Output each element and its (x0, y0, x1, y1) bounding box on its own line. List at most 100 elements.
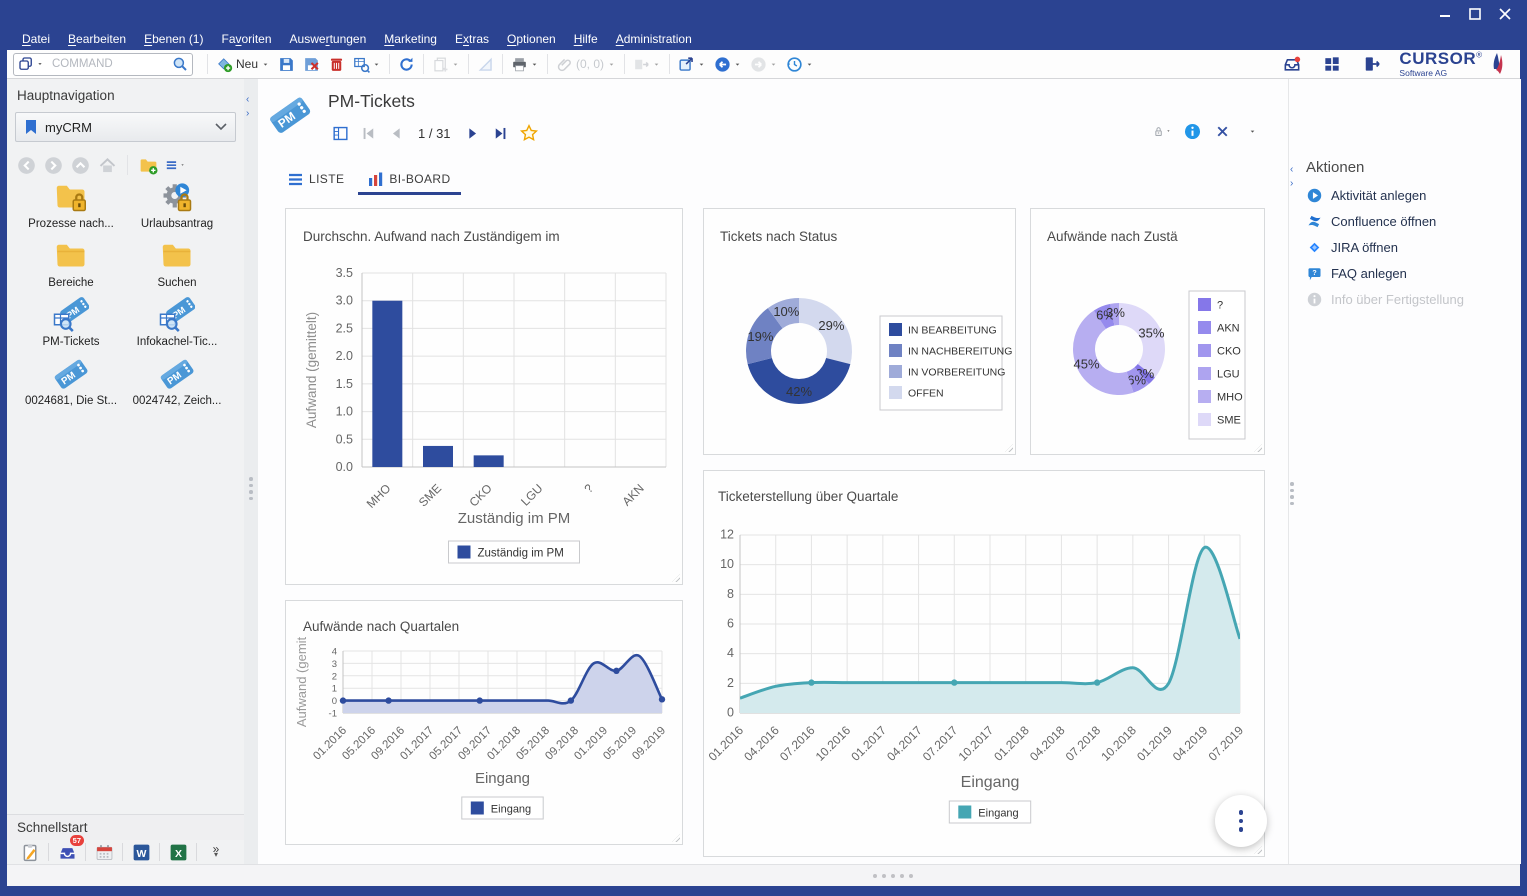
sidebar-item-suchen[interactable]: Suchen (124, 238, 230, 289)
quick-notes-button[interactable] (17, 841, 43, 863)
lock-record-button[interactable] (1152, 121, 1172, 141)
menu-item-favoriten[interactable]: Favoriten (212, 30, 280, 48)
attachments-button: (0, 0) (552, 52, 620, 76)
command-input[interactable] (48, 58, 168, 70)
bottom-splitter[interactable] (7, 864, 1520, 886)
menu-item-ebenen-1[interactable]: Ebenen (1) (135, 30, 212, 48)
svg-text:Aufwände nach Quartalen: Aufwände nach Quartalen (303, 619, 459, 634)
apps-button[interactable] (1319, 52, 1345, 76)
sidebar-item-prozesse-nach[interactable]: Prozesse nach... (18, 179, 124, 230)
quick-inbox-button[interactable]: 57 (54, 841, 80, 863)
quick-overflow-button[interactable]: »▾ (202, 841, 228, 863)
window-selector-button[interactable] (14, 52, 48, 76)
chevron-down-icon (215, 123, 227, 131)
sidebar-item-urlaubsantrag[interactable]: Urlaubsantrag (124, 179, 230, 230)
discard-record-button[interactable] (299, 52, 324, 76)
bottom-splitter-handle[interactable] (873, 874, 913, 878)
svg-text:4: 4 (727, 646, 734, 660)
notifications-button[interactable] (1279, 52, 1305, 76)
splitter-handle[interactable] (249, 474, 253, 503)
svg-text:04.2016: 04.2016 (741, 723, 782, 764)
export-button (629, 52, 665, 76)
menu-item-optionen[interactable]: Optionen (498, 30, 565, 48)
page-title: PM-Tickets (328, 91, 415, 112)
action-jira-ffnen[interactable]: JIRA öffnen (1306, 239, 1398, 256)
logout-button[interactable] (1359, 52, 1385, 76)
close-record-button[interactable] (1212, 121, 1232, 141)
folder-icon (53, 238, 89, 274)
workspace-selector[interactable]: myCRM (15, 112, 236, 142)
svg-text:35%: 35% (1138, 325, 1164, 340)
expand-right-icon[interactable]: › (246, 109, 249, 119)
sidebar-item-infokachel-tic[interactable]: PMInfokachel-Tic... (124, 297, 230, 348)
collapse-left-icon[interactable]: ‹ (246, 95, 249, 105)
delete-button[interactable] (324, 52, 349, 76)
design-button (473, 52, 498, 76)
menu-item-datei[interactable]: Datei (13, 30, 59, 48)
save-button[interactable] (274, 52, 299, 76)
menu-item-extras[interactable]: Extras (446, 30, 498, 48)
command-search-button[interactable] (168, 52, 192, 76)
menu-item-bearbeiten[interactable]: Bearbeiten (59, 30, 135, 48)
dropdown-caret-icon (260, 59, 271, 70)
action-aktivit-t-anlegen[interactable]: Aktivität anlegen (1306, 187, 1426, 204)
menu-item-administration[interactable]: Administration (607, 30, 701, 48)
tab-bi-board[interactable]: BI-BOARD (356, 166, 462, 195)
chart-legend[interactable]: Eingang (949, 801, 1030, 823)
search-records-button[interactable] (349, 52, 385, 76)
previous-record-button[interactable] (386, 123, 406, 143)
first-record-button[interactable] (358, 123, 378, 143)
svg-text:10: 10 (720, 557, 734, 571)
chart-legend[interactable]: IN BEARBEITUNGIN NACHBEREITUNGIN VORBERE… (880, 316, 1012, 410)
close-options-caret[interactable] (1242, 121, 1262, 141)
sailboat-icon (1484, 51, 1506, 77)
menu-item-auswertungen[interactable]: Auswertungen (281, 30, 376, 48)
sidebar-item-0024742-zeich[interactable]: PM0024742, Zeich... (124, 356, 230, 407)
svg-text:3%: 3% (1106, 305, 1125, 320)
chart-legend[interactable]: ?AKNCKOLGUMHOSME (1189, 291, 1245, 439)
action-faq-anlegen[interactable]: ?FAQ anlegen (1306, 265, 1407, 282)
panel-splitter-handle[interactable] (1290, 479, 1294, 508)
new-folder-button[interactable] (137, 154, 159, 176)
sidebar-splitter[interactable]: ‹ › (244, 79, 258, 864)
favorite-button[interactable] (519, 123, 539, 143)
sidebar-item-0024681-die-st[interactable]: PM0024681, Die St... (18, 356, 124, 407)
cursor-logo: CURSOR® Software AG (1399, 50, 1506, 78)
sidebar-item-pm-tickets[interactable]: PMPM-Tickets (18, 297, 124, 348)
info-button[interactable] (1182, 121, 1202, 141)
navigate-back-button[interactable] (710, 52, 746, 76)
chart-more-button[interactable] (1215, 795, 1267, 847)
svg-text:X: X (174, 847, 181, 859)
svg-text:IN BEARBEITUNG: IN BEARBEITUNG (908, 325, 997, 337)
panel-expand-icon[interactable]: › (1290, 179, 1293, 189)
next-record-button[interactable] (463, 123, 483, 143)
refresh-button[interactable] (394, 52, 419, 76)
nav-forward-button (42, 154, 64, 176)
form-view-button[interactable] (330, 123, 350, 143)
maximize-button[interactable] (1467, 6, 1483, 22)
menu-item-marketing[interactable]: Marketing (375, 30, 446, 48)
last-record-button[interactable] (491, 123, 511, 143)
minimize-button[interactable] (1437, 6, 1453, 22)
quick-word-button[interactable]: W (128, 841, 154, 863)
quick-calendar-button[interactable] (91, 841, 117, 863)
chart-legend[interactable]: Eingang (462, 797, 543, 819)
svg-text:2.5: 2.5 (336, 321, 353, 335)
sidebar-item-bereiche[interactable]: Bereiche (18, 238, 124, 289)
tab-liste[interactable]: LISTE (276, 166, 356, 195)
new-record-button[interactable]: Neu (212, 52, 274, 76)
chart-legend[interactable]: Zuständig im PM (449, 541, 580, 563)
close-button[interactable] (1497, 6, 1513, 22)
quick-excel-button[interactable]: X (165, 841, 191, 863)
word-icon: W (131, 842, 152, 863)
print-button[interactable] (507, 52, 543, 76)
share-button[interactable] (674, 52, 710, 76)
export-icon (632, 55, 651, 74)
brand-name: CURSOR (1399, 49, 1476, 68)
menu-item-hilfe[interactable]: Hilfe (565, 30, 607, 48)
history-button[interactable] (782, 52, 818, 76)
panel-collapse-icon[interactable]: ‹ (1290, 165, 1293, 175)
action-confluence-ffnen[interactable]: Confluence öffnen (1306, 213, 1436, 230)
svg-text:Zuständig im PM: Zuständig im PM (478, 548, 564, 560)
view-menu-button[interactable] (164, 154, 186, 176)
